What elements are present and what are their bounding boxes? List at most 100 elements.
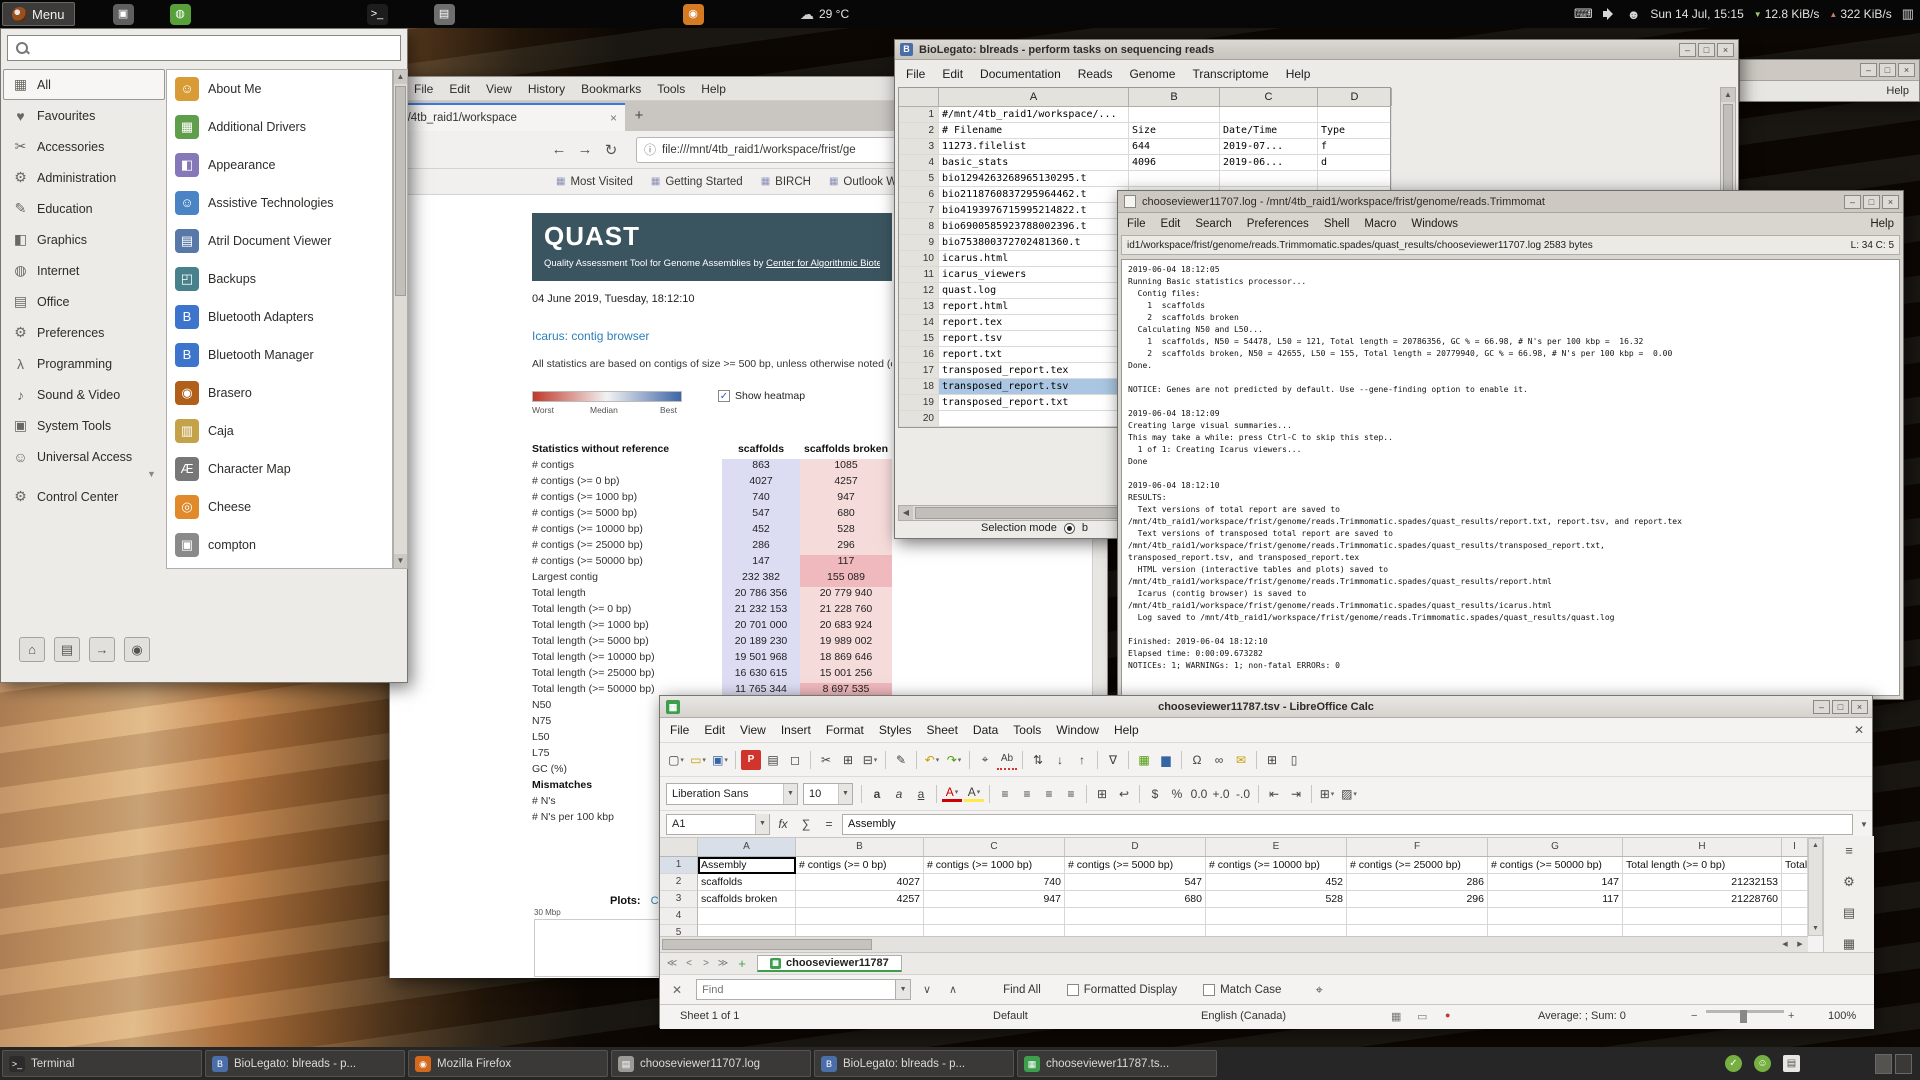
firefox-menu-edit[interactable]: Edit — [449, 82, 470, 96]
biolegato-menu-file[interactable]: File — [906, 67, 925, 81]
calc-cell[interactable]: # contigs (>= 50000 bp) — [1488, 857, 1623, 874]
calc-menu-window[interactable]: Window — [1056, 723, 1099, 737]
calc-vscrollbar[interactable]: ▲ ▼ — [1808, 838, 1823, 936]
close-icon[interactable]: × — [1898, 63, 1915, 77]
calc-cell[interactable] — [1782, 891, 1808, 908]
minimize-icon[interactable]: – — [1860, 63, 1877, 77]
calc-cell[interactable] — [796, 908, 924, 925]
calc-row-header[interactable]: 4 — [660, 908, 698, 925]
calc-row-header[interactable]: 1 — [660, 857, 698, 874]
log-titlebar[interactable]: chooseviewer11707.log - /mnt/4tb_raid1/w… — [1118, 191, 1903, 213]
biolegato-menu-transcriptome[interactable]: Transcriptome — [1192, 67, 1268, 81]
properties-icon[interactable]: ⚙ — [1837, 871, 1861, 893]
calc-row-header[interactable]: 5 — [660, 925, 698, 936]
calc-cell[interactable] — [1347, 925, 1488, 936]
formula-bar-expand-icon[interactable]: ▼ — [1856, 820, 1872, 829]
log-text-area[interactable]: 2019-06-04 18:12:05Running Basic statist… — [1121, 259, 1900, 696]
biolegato-cell[interactable]: report.txt — [939, 347, 1129, 362]
sheet-tab[interactable]: ▦chooseviewer11787 — [757, 955, 902, 972]
calc-cell[interactable]: 547 — [1065, 874, 1206, 891]
menu-category-accessories[interactable]: ✂Accessories — [3, 131, 165, 162]
calc-cell[interactable] — [698, 908, 796, 925]
sidebar-settings-icon[interactable]: ≡ — [1837, 840, 1861, 862]
selection-mode-radio[interactable] — [1064, 523, 1075, 534]
close-icon[interactable]: × — [1882, 195, 1899, 209]
zoom-slider-thumb[interactable] — [1740, 1010, 1747, 1023]
clipboard-tray-icon[interactable]: ▤ — [1783, 1055, 1800, 1072]
display-icon[interactable]: ▤ — [54, 637, 80, 662]
calc-titlebar[interactable]: ▦ chooseviewer11787.tsv - LibreOffice Ca… — [660, 696, 1872, 718]
minimize-icon[interactable]: – — [1679, 43, 1696, 57]
biolegato-cell[interactable]: quast.log — [939, 283, 1129, 298]
close-icon[interactable]: × — [1717, 43, 1734, 57]
maximize-icon[interactable]: □ — [1832, 700, 1849, 714]
calc-cell[interactable] — [1623, 925, 1782, 936]
maximize-icon[interactable]: □ — [1879, 63, 1896, 77]
biolegato-menu-help[interactable]: Help — [1286, 67, 1311, 81]
close-document-icon[interactable]: ✕ — [1854, 723, 1864, 737]
firefox-menu-bookmarks[interactable]: Bookmarks — [581, 82, 641, 96]
calc-cell[interactable] — [1065, 925, 1206, 936]
calc-cell[interactable]: 21228760 — [1623, 891, 1782, 908]
calc-menu-edit[interactable]: Edit — [704, 723, 725, 737]
format-number-icon[interactable]: 0.0 — [1189, 784, 1209, 804]
menu-app-caja[interactable]: ▥Caja — [167, 412, 392, 450]
wrap-text-icon[interactable]: ↩ — [1114, 784, 1134, 804]
network-monitor-icon[interactable]: ▥ — [1902, 6, 1914, 22]
weather-applet[interactable]: ☁ 29 °C — [800, 0, 849, 28]
biolegato-cell[interactable]: 2019-06... — [1220, 155, 1318, 170]
calc-menu-insert[interactable]: Insert — [781, 723, 811, 737]
redo-icon[interactable]: ↷▾ — [944, 750, 964, 770]
close-icon[interactable]: × — [1851, 700, 1868, 714]
calc-column-header-h[interactable]: H — [1623, 838, 1782, 856]
calc-menu-sheet[interactable]: Sheet — [927, 723, 958, 737]
calc-cell[interactable]: Assembly — [698, 857, 796, 874]
find-dropdown-icon[interactable]: ▼ — [896, 979, 911, 1000]
sheet-nav-icon[interactable]: ≪ — [664, 958, 680, 969]
biolegato-menu-genome[interactable]: Genome — [1129, 67, 1175, 81]
site-info-icon[interactable]: ⓘ — [644, 141, 656, 158]
sheet-nav-icon[interactable]: < — [681, 958, 697, 969]
biolegato-menu-edit[interactable]: Edit — [942, 67, 963, 81]
scroll-up-icon[interactable]: ▲ — [1809, 839, 1822, 852]
hyperlink-icon[interactable]: ∞ — [1209, 750, 1229, 770]
menu-category-preferences[interactable]: ⚙Preferences — [3, 317, 165, 348]
calc-cell[interactable]: 452 — [1206, 874, 1347, 891]
add-sheet-icon[interactable]: + — [733, 956, 751, 971]
menu-button[interactable]: Menu — [2, 2, 75, 26]
autofilter-icon[interactable]: ∇ — [1103, 750, 1123, 770]
log-menu-file[interactable]: File — [1127, 218, 1146, 230]
formatted-display-checkbox[interactable] — [1067, 984, 1079, 996]
copy-icon[interactable]: ⊞ — [838, 750, 858, 770]
taskbar-item-terminal[interactable]: >_Terminal — [2, 1050, 202, 1077]
calc-menu-format[interactable]: Format — [826, 723, 864, 737]
calc-cell[interactable]: 740 — [924, 874, 1065, 891]
calc-cell[interactable] — [924, 908, 1065, 925]
biolegato-cell[interactable]: bio6900585923788002396.t — [939, 219, 1129, 234]
find-replace-icon[interactable]: ⌖ — [975, 750, 995, 770]
export-pdf-icon[interactable]: P — [741, 750, 761, 770]
menu-app-bluetooth-adapters[interactable]: BBluetooth Adapters — [167, 298, 392, 336]
biolegato-cell[interactable] — [1129, 107, 1220, 122]
function-wizard-icon[interactable]: fx — [773, 817, 793, 831]
menu-app-backups[interactable]: ◰Backups — [167, 260, 392, 298]
calc-cell[interactable] — [1488, 925, 1623, 936]
menu-app-brasero[interactable]: ◉Brasero — [167, 374, 392, 412]
insert-image-icon[interactable]: ▦ — [1134, 750, 1154, 770]
biolegato-cell[interactable]: transposed_report.tsv — [939, 379, 1129, 394]
maximize-icon[interactable]: □ — [1863, 195, 1880, 209]
print-icon[interactable]: ▤ — [763, 750, 783, 770]
scroll-up-icon[interactable]: ▲ — [1721, 88, 1735, 102]
calc-column-header-i[interactable]: I — [1782, 838, 1808, 856]
menu-app-about-me[interactable]: ☺About Me — [167, 70, 392, 108]
calc-menu-styles[interactable]: Styles — [879, 723, 912, 737]
background-window-titlebar[interactable]: – □ × — [1740, 60, 1919, 81]
menu-category-office[interactable]: ▤Office — [3, 286, 165, 317]
menu-app-character-map[interactable]: ÆCharacter Map — [167, 450, 392, 488]
applications-scrollbar[interactable]: ▲ ▼ — [393, 69, 408, 569]
highlight-color-icon[interactable]: A▾ — [964, 785, 984, 802]
biolegato-cell[interactable] — [1129, 171, 1220, 186]
calc-cell[interactable]: 4257 — [796, 891, 924, 908]
biolegato-cell[interactable]: report.tsv — [939, 331, 1129, 346]
calc-menu-file[interactable]: File — [670, 723, 689, 737]
